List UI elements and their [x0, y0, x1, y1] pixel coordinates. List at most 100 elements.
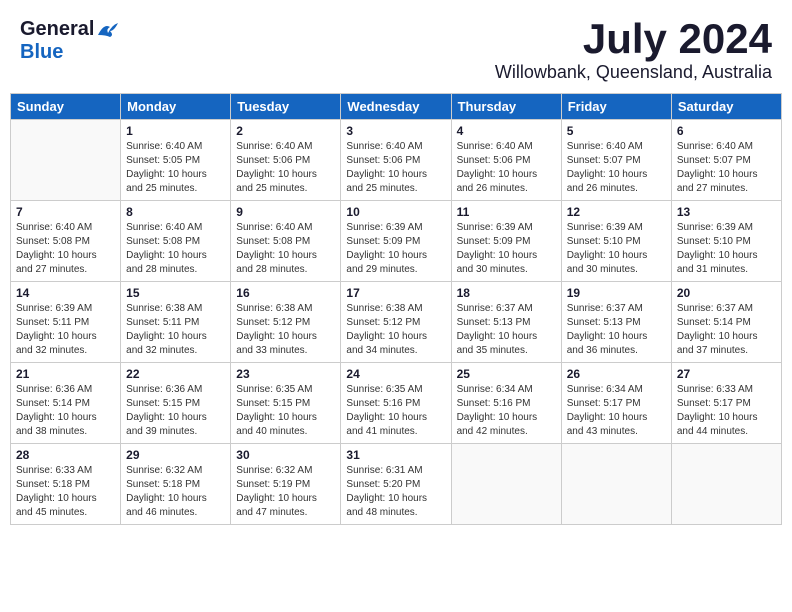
- day-info: Sunrise: 6:39 AM Sunset: 5:09 PM Dayligh…: [346, 221, 445, 277]
- day-info: Sunrise: 6:31 AM Sunset: 5:20 PM Dayligh…: [346, 464, 445, 520]
- day-info: Sunrise: 6:37 AM Sunset: 5:13 PM Dayligh…: [457, 302, 556, 358]
- calendar-table: SundayMondayTuesdayWednesdayThursdayFrid…: [10, 93, 782, 525]
- day-number: 23: [236, 367, 335, 381]
- calendar-cell: [671, 444, 781, 525]
- calendar-header-row: SundayMondayTuesdayWednesdayThursdayFrid…: [11, 94, 782, 120]
- calendar-cell: 31 Sunrise: 6:31 AM Sunset: 5:20 PM Dayli…: [341, 444, 451, 525]
- calendar-cell: 17 Sunrise: 6:38 AM Sunset: 5:12 PM Dayli…: [341, 282, 451, 363]
- day-info: Sunrise: 6:35 AM Sunset: 5:15 PM Dayligh…: [236, 383, 335, 439]
- logo-bird-icon: [96, 21, 118, 39]
- day-info: Sunrise: 6:40 AM Sunset: 5:08 PM Dayligh…: [16, 221, 115, 277]
- calendar-cell: 27 Sunrise: 6:33 AM Sunset: 5:17 PM Dayli…: [671, 363, 781, 444]
- day-number: 2: [236, 124, 335, 138]
- calendar-cell: 23 Sunrise: 6:35 AM Sunset: 5:15 PM Dayli…: [231, 363, 341, 444]
- day-info: Sunrise: 6:36 AM Sunset: 5:15 PM Dayligh…: [126, 383, 225, 439]
- calendar-cell: 22Sunrise: 6:36 AM Sunset: 5:15 PM Dayli…: [121, 363, 231, 444]
- calendar-week-row: 14Sunrise: 6:39 AM Sunset: 5:11 PM Dayli…: [11, 282, 782, 363]
- calendar-cell: [11, 120, 121, 201]
- month-title: July 2024: [495, 18, 772, 60]
- calendar-week-row: 21 Sunrise: 6:36 AM Sunset: 5:14 PM Dayli…: [11, 363, 782, 444]
- day-number: 21: [16, 367, 115, 381]
- day-info: Sunrise: 6:34 AM Sunset: 5:17 PM Dayligh…: [567, 383, 666, 439]
- day-number: 29: [126, 448, 225, 462]
- day-number: 26: [567, 367, 666, 381]
- day-number: 7: [16, 205, 115, 219]
- calendar-cell: 24 Sunrise: 6:35 AM Sunset: 5:16 PM Dayli…: [341, 363, 451, 444]
- weekday-header: Tuesday: [231, 94, 341, 120]
- day-info: Sunrise: 6:40 AM Sunset: 5:06 PM Dayligh…: [236, 140, 335, 196]
- location-title: Willowbank, Queensland, Australia: [495, 62, 772, 83]
- logo-general-text: General: [20, 18, 94, 41]
- day-info: Sunrise: 6:40 AM Sunset: 5:08 PM Dayligh…: [126, 221, 225, 277]
- day-number: 18: [457, 286, 556, 300]
- day-number: 24: [346, 367, 445, 381]
- day-number: 1: [126, 124, 225, 138]
- calendar-cell: 6 Sunrise: 6:40 AM Sunset: 5:07 PM Daylig…: [671, 120, 781, 201]
- day-number: 28: [16, 448, 115, 462]
- day-info: Sunrise: 6:33 AM Sunset: 5:17 PM Dayligh…: [677, 383, 776, 439]
- calendar-cell: 2 Sunrise: 6:40 AM Sunset: 5:06 PM Daylig…: [231, 120, 341, 201]
- calendar-week-row: 1 Sunrise: 6:40 AM Sunset: 5:05 PM Daylig…: [11, 120, 782, 201]
- day-number: 15: [126, 286, 225, 300]
- calendar-cell: 28 Sunrise: 6:33 AM Sunset: 5:18 PM Dayli…: [11, 444, 121, 525]
- day-number: 16: [236, 286, 335, 300]
- day-info: Sunrise: 6:38 AM Sunset: 5:11 PM Dayligh…: [126, 302, 225, 358]
- day-info: Sunrise: 6:37 AM Sunset: 5:13 PM Dayligh…: [567, 302, 666, 358]
- calendar-cell: 15 Sunrise: 6:38 AM Sunset: 5:11 PM Dayli…: [121, 282, 231, 363]
- calendar-cell: 18 Sunrise: 6:37 AM Sunset: 5:13 PM Dayli…: [451, 282, 561, 363]
- day-number: 5: [567, 124, 666, 138]
- day-info: Sunrise: 6:32 AM Sunset: 5:18 PM Dayligh…: [126, 464, 225, 520]
- day-number: 10: [346, 205, 445, 219]
- day-number: 8: [126, 205, 225, 219]
- day-info: Sunrise: 6:38 AM Sunset: 5:12 PM Dayligh…: [346, 302, 445, 358]
- weekday-header: Thursday: [451, 94, 561, 120]
- weekday-header: Sunday: [11, 94, 121, 120]
- calendar-cell: 13 Sunrise: 6:39 AM Sunset: 5:10 PM Dayli…: [671, 201, 781, 282]
- day-number: 6: [677, 124, 776, 138]
- day-number: 11: [457, 205, 556, 219]
- calendar-cell: 26 Sunrise: 6:34 AM Sunset: 5:17 PM Dayli…: [561, 363, 671, 444]
- calendar-cell: 5Sunrise: 6:40 AM Sunset: 5:07 PM Daylig…: [561, 120, 671, 201]
- calendar-cell: 11 Sunrise: 6:39 AM Sunset: 5:09 PM Dayli…: [451, 201, 561, 282]
- day-info: Sunrise: 6:38 AM Sunset: 5:12 PM Dayligh…: [236, 302, 335, 358]
- calendar-cell: 12 Sunrise: 6:39 AM Sunset: 5:10 PM Dayli…: [561, 201, 671, 282]
- logo: General Blue: [20, 18, 118, 64]
- day-info: Sunrise: 6:33 AM Sunset: 5:18 PM Dayligh…: [16, 464, 115, 520]
- calendar-cell: 9Sunrise: 6:40 AM Sunset: 5:08 PM Daylig…: [231, 201, 341, 282]
- calendar-cell: 30 Sunrise: 6:32 AM Sunset: 5:19 PM Dayli…: [231, 444, 341, 525]
- day-number: 3: [346, 124, 445, 138]
- page-header: General Blue July 2024 Willowbank, Queen…: [10, 10, 782, 87]
- day-info: Sunrise: 6:35 AM Sunset: 5:16 PM Dayligh…: [346, 383, 445, 439]
- calendar-cell: 3Sunrise: 6:40 AM Sunset: 5:06 PM Daylig…: [341, 120, 451, 201]
- weekday-header: Saturday: [671, 94, 781, 120]
- day-number: 4: [457, 124, 556, 138]
- calendar-cell: 8 Sunrise: 6:40 AM Sunset: 5:08 PM Daylig…: [121, 201, 231, 282]
- calendar-cell: 1 Sunrise: 6:40 AM Sunset: 5:05 PM Daylig…: [121, 120, 231, 201]
- calendar-cell: [451, 444, 561, 525]
- day-number: 17: [346, 286, 445, 300]
- logo-blue-text: Blue: [20, 41, 63, 63]
- day-number: 13: [677, 205, 776, 219]
- title-section: July 2024 Willowbank, Queensland, Austra…: [495, 18, 772, 83]
- calendar-cell: 14Sunrise: 6:39 AM Sunset: 5:11 PM Dayli…: [11, 282, 121, 363]
- calendar-cell: 25Sunrise: 6:34 AM Sunset: 5:16 PM Dayli…: [451, 363, 561, 444]
- calendar-cell: 4Sunrise: 6:40 AM Sunset: 5:06 PM Daylig…: [451, 120, 561, 201]
- weekday-header: Friday: [561, 94, 671, 120]
- day-info: Sunrise: 6:40 AM Sunset: 5:05 PM Dayligh…: [126, 140, 225, 196]
- day-number: 27: [677, 367, 776, 381]
- day-info: Sunrise: 6:32 AM Sunset: 5:19 PM Dayligh…: [236, 464, 335, 520]
- day-info: Sunrise: 6:36 AM Sunset: 5:14 PM Dayligh…: [16, 383, 115, 439]
- calendar-cell: 21 Sunrise: 6:36 AM Sunset: 5:14 PM Dayli…: [11, 363, 121, 444]
- day-number: 20: [677, 286, 776, 300]
- day-number: 30: [236, 448, 335, 462]
- day-info: Sunrise: 6:39 AM Sunset: 5:10 PM Dayligh…: [677, 221, 776, 277]
- day-info: Sunrise: 6:39 AM Sunset: 5:10 PM Dayligh…: [567, 221, 666, 277]
- calendar-cell: 29 Sunrise: 6:32 AM Sunset: 5:18 PM Dayli…: [121, 444, 231, 525]
- day-number: 31: [346, 448, 445, 462]
- day-info: Sunrise: 6:39 AM Sunset: 5:09 PM Dayligh…: [457, 221, 556, 277]
- calendar-cell: 16 Sunrise: 6:38 AM Sunset: 5:12 PM Dayli…: [231, 282, 341, 363]
- weekday-header: Monday: [121, 94, 231, 120]
- day-info: Sunrise: 6:40 AM Sunset: 5:07 PM Dayligh…: [677, 140, 776, 196]
- day-number: 12: [567, 205, 666, 219]
- calendar-cell: 10 Sunrise: 6:39 AM Sunset: 5:09 PM Dayli…: [341, 201, 451, 282]
